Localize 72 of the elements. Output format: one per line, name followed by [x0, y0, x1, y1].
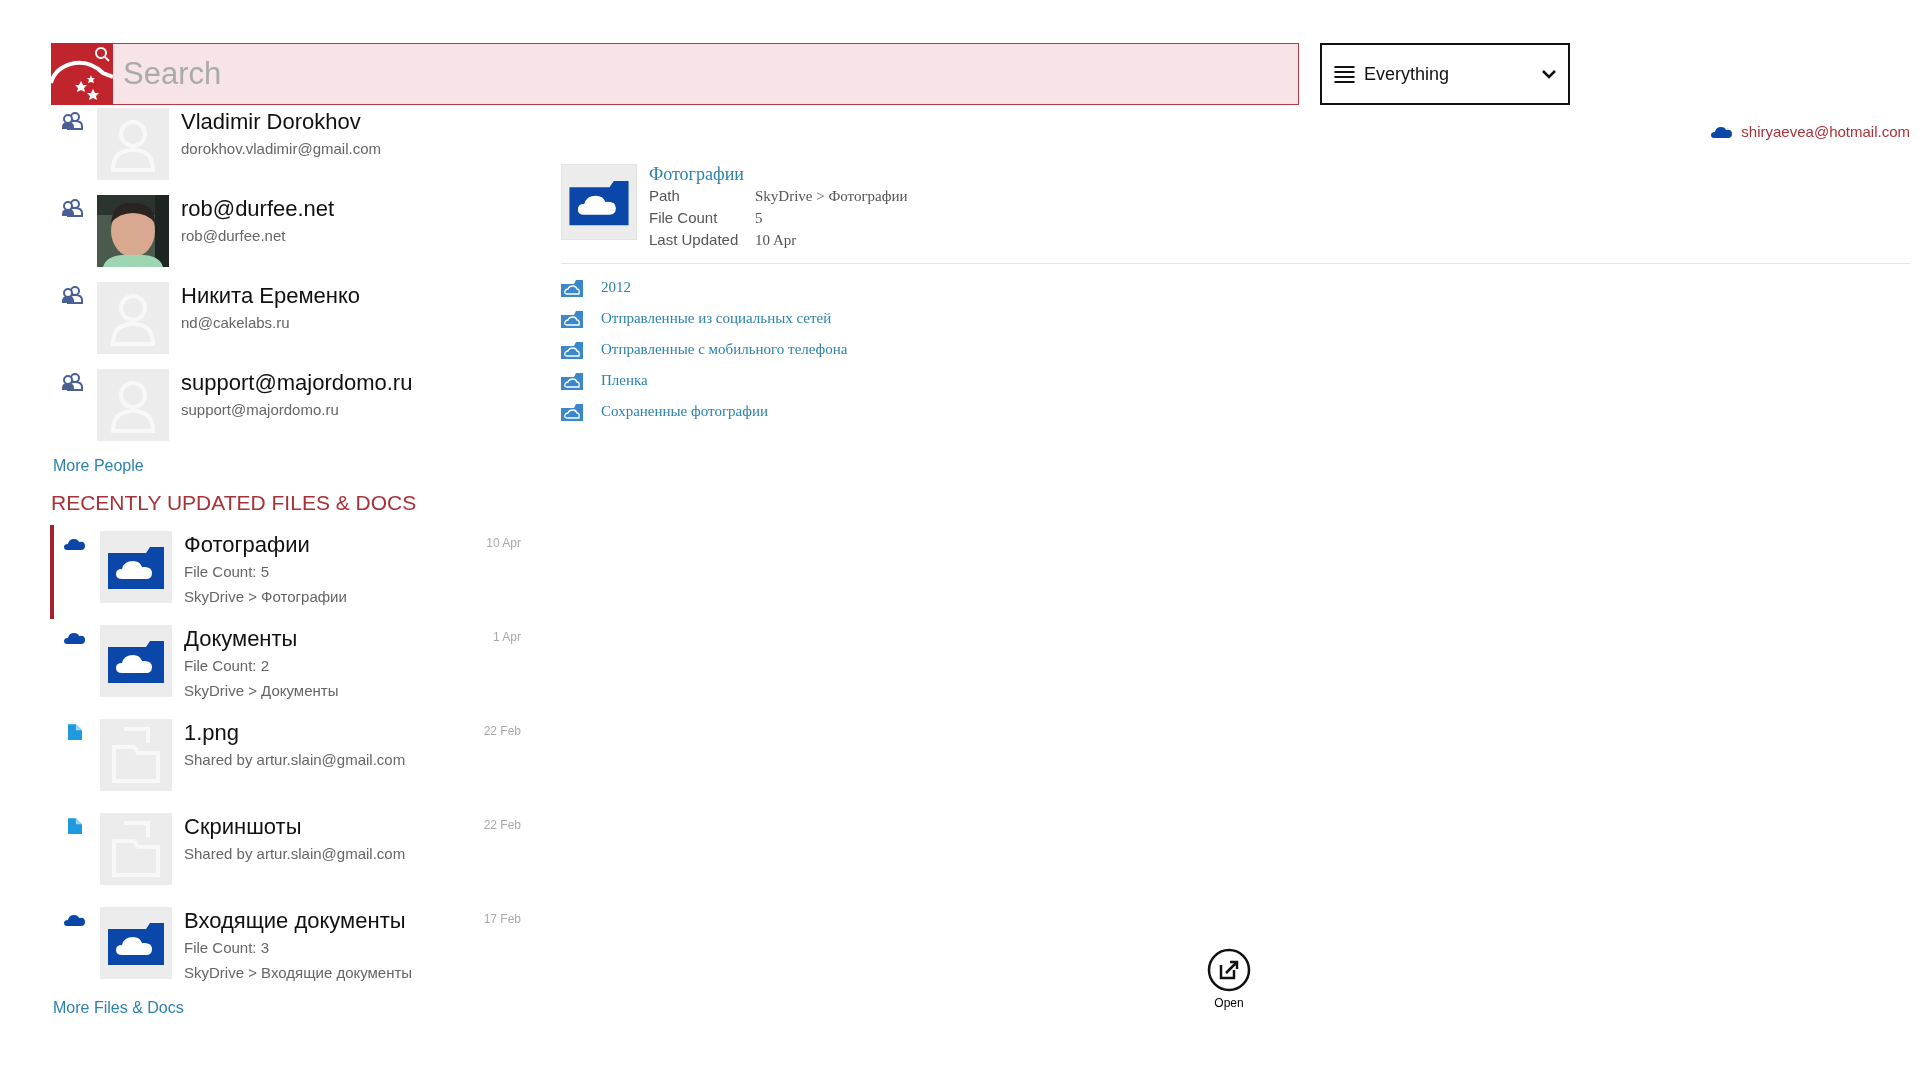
contact-item[interactable]: rob@durfee.net rob@durfee.net	[51, 192, 521, 279]
chevron-down-icon	[1542, 69, 1556, 79]
file-info: File Count: 2	[184, 656, 271, 676]
contact-email: nd@cakelabs.ru	[181, 313, 291, 333]
contact-name: support@majordomo.ru	[181, 369, 414, 397]
folder-link[interactable]: Пленка	[601, 372, 648, 389]
contact-email: dorokhov.vladimir@gmail.com	[181, 139, 382, 159]
field-value: 10 Apr	[755, 231, 798, 250]
field-value: SkyDrive > Фотографии	[755, 187, 908, 206]
file-date: 1 Apr	[492, 630, 521, 644]
logo-icon	[51, 43, 113, 105]
folder-link[interactable]: Отправленные с мобильного телефона	[601, 341, 848, 358]
people-icon	[61, 112, 83, 130]
cloud-folder-icon	[100, 625, 172, 697]
contact-item[interactable]: Vladimir Dorokhov dorokhov.vladimir@gmail.com	[51, 105, 521, 192]
contact-item[interactable]: support@majordomo.ru support@majordomo.ru	[51, 366, 521, 453]
section-heading: RECENTLY UPDATED FILES & DOCS	[51, 491, 418, 515]
file-item[interactable]: Документы File Count: 2 SkyDrive > Документы 1 Apr	[50, 619, 521, 713]
file-date: 22 Feb	[483, 724, 521, 738]
field-label: Last Updated	[649, 230, 740, 250]
folder-title: Фотографии	[649, 164, 745, 185]
file-name: 1.png	[184, 719, 241, 747]
field-value: 5	[755, 209, 764, 228]
file-info: File Count: 5	[184, 562, 271, 582]
file-info: SkyDrive > Документы	[184, 681, 340, 701]
folder-link[interactable]: Отправленные из социальных сетей	[601, 310, 832, 327]
more-people-link[interactable]: More People	[53, 457, 521, 475]
file-name: Фотографии	[184, 531, 311, 559]
file-info: Shared by artur.slain@gmail.com	[184, 750, 407, 770]
cloud-folder-icon	[561, 164, 637, 240]
cloud-folder-icon	[561, 340, 583, 359]
file-info: SkyDrive > Фотографии	[184, 587, 348, 607]
menu-icon	[1334, 65, 1355, 83]
folder-link[interactable]: 2012	[601, 279, 631, 296]
cloud-folder-icon	[561, 309, 583, 328]
file-date: 22 Feb	[483, 818, 521, 832]
contact-item[interactable]: Никита Еременко nd@cakelabs.ru	[51, 279, 521, 366]
file-item[interactable]: 1.png Shared by artur.slain@gmail.com 22 Feb	[50, 713, 521, 807]
cloud-icon	[1711, 124, 1734, 139]
contact-name: Никита Еременко	[181, 282, 362, 310]
file-item[interactable]: Скриншоты Shared by artur.slain@gmail.com 22 Feb	[50, 807, 521, 901]
file-item[interactable]: Фотографии File Count: 5 SkyDrive > Фотографии 10 Apr	[50, 525, 521, 619]
field-label: File Count	[649, 208, 719, 228]
cloud-folder-icon	[100, 907, 172, 979]
folder-link[interactable]: Сохраненные фотографии	[601, 403, 768, 420]
file-info: File Count: 3	[184, 938, 271, 958]
file-name: Документы	[184, 625, 299, 653]
filter-dropdown[interactable]: Everything	[1320, 43, 1570, 105]
cloud-folder-icon	[100, 531, 172, 603]
account-email[interactable]: shiryaevea@hotmail.com	[1741, 123, 1910, 140]
file-item[interactable]: Входящие документы File Count: 3 SkyDrive > Входящие документы 17 Feb	[50, 901, 521, 995]
cloud-folder-icon	[561, 278, 583, 297]
file-info: SkyDrive > Входящие документы	[184, 963, 414, 983]
contact-name: Vladimir Dorokhov	[181, 108, 362, 136]
cloud-folder-icon	[561, 402, 583, 421]
more-files-link[interactable]: More Files & Docs	[53, 999, 521, 1017]
cloud-folder-icon	[561, 371, 583, 390]
search-field[interactable]: Search	[113, 43, 1299, 105]
file-date: 17 Feb	[483, 912, 521, 926]
file-name: Скриншоты	[184, 813, 303, 841]
contact-email: support@majordomo.ru	[181, 400, 340, 420]
file-date: 10 Apr	[486, 536, 521, 550]
document-icon	[68, 723, 82, 741]
file-info: Shared by artur.slain@gmail.com	[184, 844, 407, 864]
contact-name: rob@durfee.net	[181, 195, 336, 223]
contact-email: rob@durfee.net	[181, 226, 287, 246]
field-label: Path	[649, 186, 681, 206]
document-icon	[68, 817, 82, 835]
people-icon	[61, 286, 83, 304]
people-icon	[61, 199, 83, 217]
people-icon	[61, 373, 83, 391]
file-name: Входящие документы	[184, 907, 407, 935]
